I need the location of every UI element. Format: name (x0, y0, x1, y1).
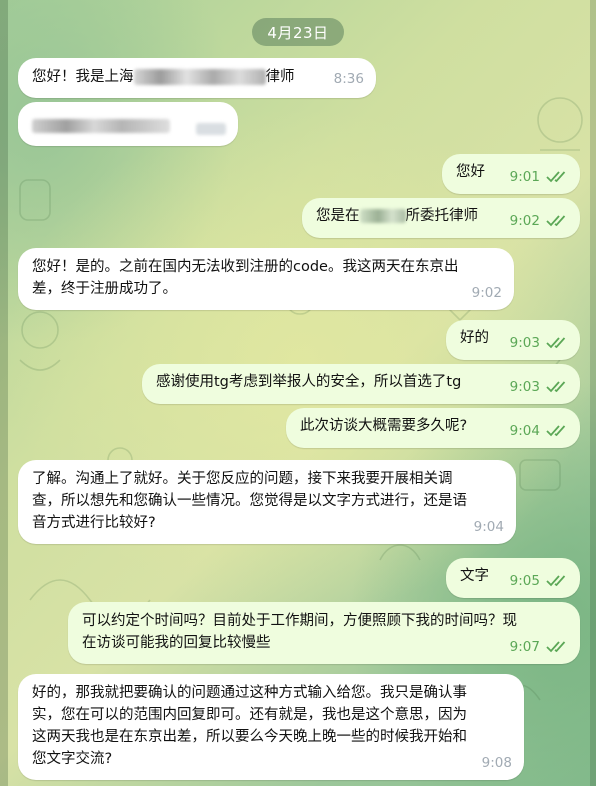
double-check-icon (546, 337, 566, 349)
message-time: 9:07 (509, 639, 540, 655)
message-bubble-incoming-redacted[interactable] (18, 102, 238, 146)
message-time: 9:04 (509, 423, 540, 439)
redacted-text (133, 69, 266, 85)
message-bubble-incoming[interactable]: 您好！是的。之前在国内无法收到注册的code。我这两天在东京出 差，终于注册成功… (18, 248, 514, 310)
message-text: 您是在 (316, 208, 360, 224)
message-bubble-outgoing[interactable]: 此次访谈大概需要多久呢? 9:04 (286, 408, 580, 448)
message-time: 9:02 (471, 285, 502, 301)
message-text: 音方式进行比较好? (32, 515, 156, 531)
message-text: 这两天我也是在东京出差，所以要么今天晚上晚一些的时候我开始和 (32, 729, 467, 745)
redacted-text (359, 209, 406, 223)
message-text: 文字 (460, 568, 489, 584)
window-right-edge (590, 0, 596, 786)
message-time: 9:03 (509, 335, 540, 351)
message-text: 实，您在可以的范围内回复即可。还有就是，我也是这个意思，因为 (32, 707, 467, 723)
double-check-icon (546, 425, 566, 437)
message-bubble-outgoing[interactable]: 好的 9:03 (446, 320, 580, 360)
message-text: 查，所以想先和您确认一些情况。您觉得是以文字方式进行，还是语 (32, 493, 467, 509)
double-check-icon (546, 381, 566, 393)
message-time: 9:02 (509, 213, 540, 229)
message-time: 9:04 (473, 519, 504, 535)
message-bubble-incoming[interactable]: 了解。沟通上了就好。关于您反应的问题，接下来我要开展相关调 查，所以想先和您确认… (18, 460, 516, 544)
message-time: 8:36 (333, 71, 364, 87)
message-text: 好的 (460, 330, 489, 346)
message-text: 差，终于注册成功了。 (32, 281, 177, 297)
message-text: 您好！我是上海 (32, 69, 134, 85)
message-text: 您好 (456, 164, 485, 180)
double-check-icon (546, 215, 566, 227)
message-text: 了解。沟通上了就好。关于您反应的问题，接下来我要开展相关调 (32, 471, 453, 487)
message-text: 所委托律师 (405, 208, 479, 224)
message-text: 感谢使用tg考虑到举报人的安全，所以首选了tg (156, 374, 462, 390)
message-time: 9:08 (481, 755, 512, 771)
redacted-text (32, 119, 170, 133)
redacted-time (196, 123, 226, 135)
message-bubble-outgoing[interactable]: 您好 9:01 (442, 154, 580, 194)
message-bubble-incoming[interactable]: 您好！我是上海 律师 8:36 (18, 58, 376, 98)
message-bubble-incoming[interactable]: 好的，那我就把要确认的问题通过这种方式输入给您。我只是确认事 实，您在可以的范围… (18, 674, 524, 780)
message-time: 9:03 (509, 379, 540, 395)
message-bubble-outgoing[interactable]: 文字 9:05 (446, 558, 580, 598)
message-time: 9:05 (509, 573, 540, 589)
message-text: 您文字交流? (32, 751, 113, 767)
message-text: 此次访谈大概需要多久呢? (300, 418, 468, 434)
window-left-edge (0, 0, 8, 786)
message-bubble-outgoing[interactable]: 感谢使用tg考虑到举报人的安全，所以首选了tg 9:03 (142, 364, 580, 404)
double-check-icon (546, 641, 566, 653)
message-text: 您好！是的。之前在国内无法收到注册的code。我这两天在东京出 (32, 259, 459, 275)
date-separator: 4月23日 (252, 18, 344, 46)
message-bubble-outgoing[interactable]: 可以约定个时间吗？目前处于工作期间，方便照顾下我的时间吗？现 在访谈可能我的回复… (68, 602, 580, 664)
message-text: 律师 (265, 69, 295, 85)
message-bubble-outgoing[interactable]: 您是在 所委托律师 9:02 (302, 198, 580, 238)
message-time: 9:01 (509, 169, 540, 185)
message-text: 好的，那我就把要确认的问题通过这种方式输入给您。我只是确认事 (32, 685, 467, 701)
message-text: 在访谈可能我的回复比较慢些 (82, 635, 271, 651)
double-check-icon (546, 575, 566, 587)
message-text: 可以约定个时间吗？目前处于工作期间，方便照顾下我的时间吗？现 (82, 613, 517, 629)
double-check-icon (546, 171, 566, 183)
